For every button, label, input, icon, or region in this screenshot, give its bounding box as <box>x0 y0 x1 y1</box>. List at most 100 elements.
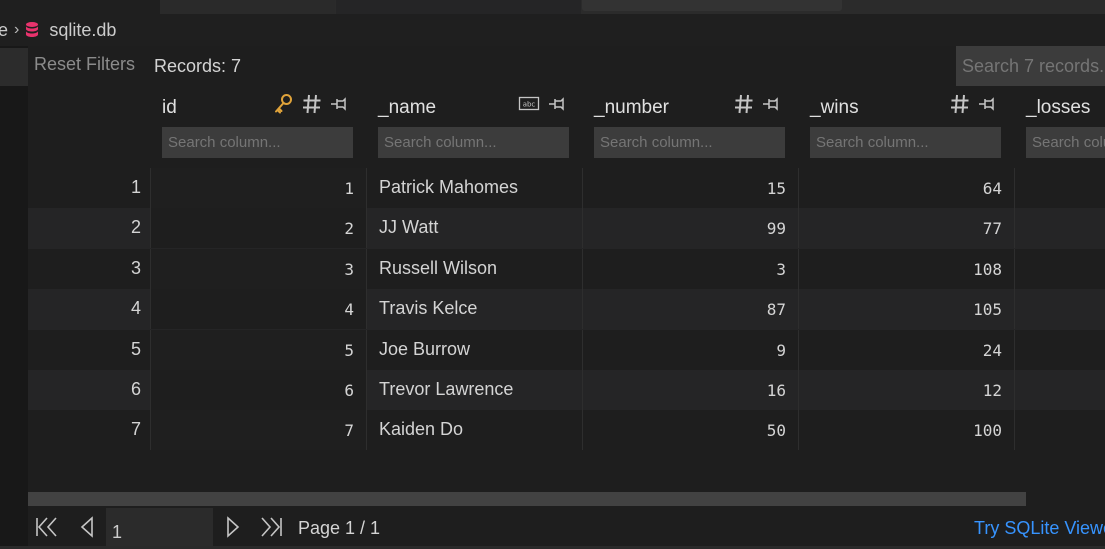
cell-id[interactable]: 2 <box>150 208 366 249</box>
cell-name[interactable]: Russell Wilson <box>366 248 582 289</box>
cell-id[interactable]: 7 <box>150 410 366 451</box>
table-row[interactable]: 5 5 Joe Burrow 9 24 <box>28 329 1105 370</box>
cell-value: Joe Burrow <box>379 338 471 359</box>
horizontal-scrollbar[interactable] <box>28 492 1105 506</box>
cell-losses[interactable] <box>1014 289 1105 330</box>
column-header-number[interactable]: _number <box>582 88 798 168</box>
cell-value: 108 <box>973 259 1002 279</box>
cell-value: 3 <box>344 259 354 279</box>
cell-name[interactable]: Joe Burrow <box>366 329 582 370</box>
cell-id[interactable]: 6 <box>150 369 366 410</box>
text-type-icon[interactable]: abc <box>518 93 540 120</box>
cell-losses[interactable] <box>1014 248 1105 289</box>
cell-wins[interactable]: 100 <box>798 410 1014 451</box>
records-count: Records: 7 <box>154 56 242 76</box>
cell-wins[interactable]: 77 <box>798 208 1014 249</box>
cell-wins[interactable]: 12 <box>798 369 1014 410</box>
column-icons: abc <box>518 93 568 120</box>
cell-value: 6 <box>344 380 354 400</box>
column-header-id[interactable]: id <box>150 88 366 168</box>
column-search-input-id[interactable] <box>162 127 353 158</box>
cell-value: 4 <box>344 300 354 320</box>
editor-tab[interactable] <box>582 0 842 11</box>
cell-name[interactable]: JJ Watt <box>366 208 582 249</box>
cell-wins[interactable]: 24 <box>798 329 1014 370</box>
cell-value: 77 <box>982 219 1002 239</box>
cell-number[interactable]: 87 <box>582 289 798 330</box>
cell-losses[interactable] <box>1014 369 1105 410</box>
previous-page-icon[interactable] <box>74 514 100 540</box>
row-number: 1 <box>130 177 141 197</box>
table-row[interactable]: 1 1 Patrick Mahomes 15 64 <box>28 168 1105 209</box>
cell-number[interactable]: 16 <box>582 369 798 410</box>
cell-wins[interactable]: 105 <box>798 289 1014 330</box>
row-number: 6 <box>130 378 141 399</box>
cell-id[interactable]: 5 <box>150 329 366 370</box>
page-number-input[interactable] <box>106 508 213 548</box>
breadcrumb-folder[interactable]: e <box>0 20 8 41</box>
table-row[interactable]: 6 6 Trevor Lawrence 16 12 <box>28 369 1105 411</box>
cell-name[interactable]: Kaiden Do <box>366 410 582 451</box>
cell-name[interactable]: Patrick Mahomes <box>366 168 582 208</box>
editor-tab-strip <box>0 0 1105 14</box>
table-row[interactable]: 7 7 Kaiden Do 50 100 <box>28 410 1105 451</box>
column-search-input-number[interactable] <box>594 127 785 158</box>
pin-icon[interactable] <box>762 93 782 120</box>
cell-name[interactable]: Trevor Lawrence <box>366 369 582 410</box>
number-type-icon[interactable] <box>302 93 322 120</box>
column-name: _losses <box>1026 97 1091 118</box>
first-page-icon[interactable] <box>34 514 60 540</box>
table-row[interactable]: 2 2 JJ Watt 99 77 <box>28 208 1105 249</box>
column-search-input-wins[interactable] <box>810 127 1001 158</box>
pin-icon[interactable] <box>978 93 998 120</box>
cell-value: 15 <box>766 179 786 198</box>
cell-name[interactable]: Travis Kelce <box>366 289 582 330</box>
svg-text:abc: abc <box>523 101 536 109</box>
side-panel-active-item[interactable] <box>0 48 28 86</box>
editor-tab[interactable] <box>160 0 335 14</box>
reset-filters-button[interactable]: Reset Filters <box>34 54 135 75</box>
cell-losses[interactable] <box>1014 410 1105 451</box>
column-icons <box>950 93 998 120</box>
database-icon <box>25 21 39 39</box>
cell-id[interactable]: 3 <box>150 248 366 289</box>
number-type-icon[interactable] <box>734 93 754 120</box>
cell-losses[interactable] <box>1014 329 1105 370</box>
editor-tab[interactable] <box>0 0 160 14</box>
breadcrumb-file[interactable]: sqlite.db <box>49 20 116 41</box>
last-page-icon[interactable] <box>258 514 284 540</box>
column-name: _number <box>594 97 669 118</box>
chevron-right-icon: › <box>14 21 20 38</box>
row-number: 2 <box>130 217 141 238</box>
try-sqlite-viewer-link[interactable]: Try SQLite Viewer <box>974 518 1105 539</box>
global-search-input[interactable] <box>956 46 1105 86</box>
table-body: 1 1 Patrick Mahomes 15 64 2 2 JJ Watt 99… <box>28 168 1105 451</box>
cell-number[interactable]: 15 <box>582 168 798 208</box>
cell-wins[interactable]: 108 <box>798 248 1014 289</box>
table-row[interactable]: 4 4 Travis Kelce 87 105 <box>28 289 1105 330</box>
cell-number[interactable]: 50 <box>582 410 798 451</box>
table-row[interactable]: 3 3 Russell Wilson 3 108 <box>28 248 1105 290</box>
cell-id[interactable]: 4 <box>150 289 366 330</box>
column-name: _name <box>378 97 437 118</box>
column-search-input-losses[interactable] <box>1026 127 1105 158</box>
row-number: 7 <box>130 419 141 440</box>
scrollbar-thumb[interactable] <box>28 492 1026 506</box>
next-page-icon[interactable] <box>220 514 246 540</box>
number-type-icon[interactable] <box>950 93 970 120</box>
editor-tab[interactable] <box>336 0 581 14</box>
pin-icon[interactable] <box>548 93 568 120</box>
column-search-input-name[interactable] <box>378 127 569 158</box>
cell-number[interactable]: 3 <box>582 248 798 289</box>
column-header-name[interactable]: _name abc <box>366 88 582 168</box>
cell-losses[interactable] <box>1014 168 1105 208</box>
cell-losses[interactable] <box>1014 208 1105 249</box>
cell-id[interactable]: 1 <box>150 168 366 208</box>
cell-number[interactable]: 99 <box>582 208 798 249</box>
column-header-losses[interactable]: _losses <box>1014 88 1105 168</box>
column-header-wins[interactable]: _wins <box>798 88 1014 168</box>
cell-value: 64 <box>982 179 1002 198</box>
pin-icon[interactable] <box>330 93 350 120</box>
cell-wins[interactable]: 64 <box>798 168 1014 208</box>
cell-number[interactable]: 9 <box>582 329 798 370</box>
